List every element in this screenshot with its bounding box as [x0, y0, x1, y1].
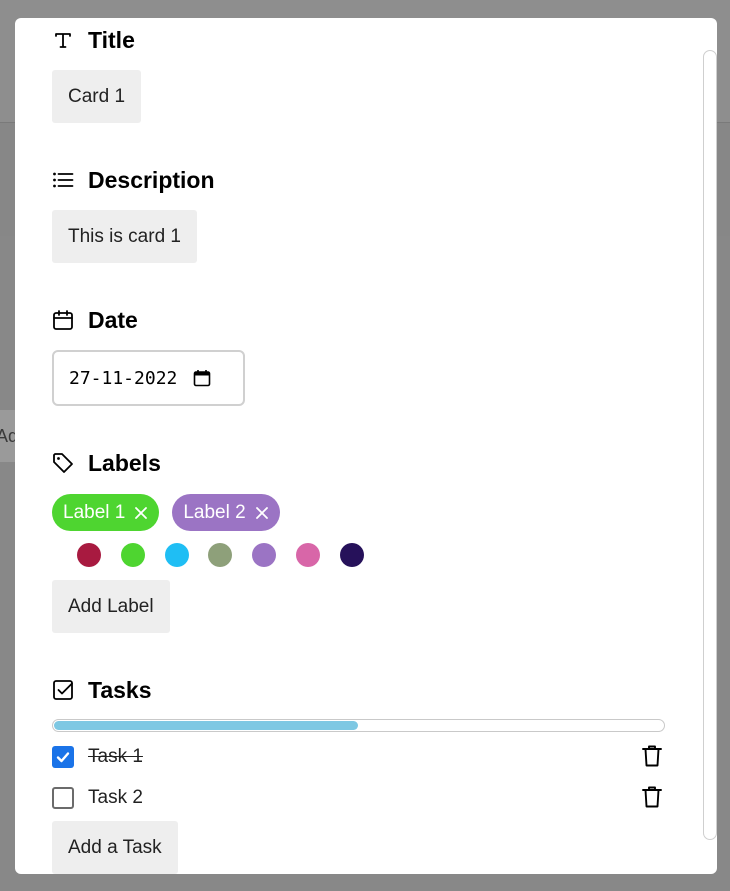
card-details-modal: Title Card 1 Description This is card 1 …: [15, 18, 717, 874]
checkbox-square-icon: [52, 679, 74, 701]
label-color-swatch[interactable]: [164, 543, 189, 567]
label-color-swatch[interactable]: [339, 543, 364, 567]
text-type-icon: [52, 29, 74, 51]
task-item: Task 1: [52, 742, 666, 772]
label-chip-text: Label 2: [183, 501, 246, 523]
calendar-icon: [52, 309, 74, 331]
label-chip-text: Label 1: [63, 501, 126, 523]
date-section: Date: [52, 306, 138, 334]
description-heading: Description: [88, 166, 215, 193]
add-task-button[interactable]: Add a Task: [52, 821, 178, 874]
label-color-swatch[interactable]: [295, 543, 320, 567]
task-label: Task 1: [88, 746, 143, 767]
label-chip: Label 2: [172, 494, 280, 531]
description-section: Description: [52, 166, 215, 194]
tasks-progress-fill: [54, 721, 358, 730]
labels-section: Labels: [52, 449, 161, 477]
label-color-swatch[interactable]: [252, 543, 277, 567]
task-label: Task 2: [88, 787, 143, 808]
date-heading: Date: [88, 306, 138, 333]
title-section: Title: [52, 26, 135, 54]
title-heading: Title: [88, 26, 135, 53]
task-checkbox[interactable]: [52, 787, 74, 809]
list-icon: [52, 169, 74, 191]
labels-list: Label 1 Label 2: [52, 494, 280, 531]
add-label-button[interactable]: Add Label: [52, 580, 170, 633]
label-color-options: [77, 543, 364, 567]
modal-scrollbar[interactable]: [703, 50, 717, 840]
label-color-swatch[interactable]: [77, 543, 101, 567]
date-value: 27-11-2022: [69, 367, 178, 389]
tasks-progress-bar: [52, 719, 665, 732]
trash-icon[interactable]: [641, 744, 663, 768]
card-description-field[interactable]: This is card 1: [52, 210, 197, 263]
date-input[interactable]: 27-11-2022: [52, 350, 245, 406]
label-color-swatch[interactable]: [208, 543, 233, 567]
task-checkbox[interactable]: [52, 746, 74, 768]
remove-label-icon[interactable]: [255, 506, 269, 520]
calendar-picker-icon[interactable]: [193, 369, 211, 387]
remove-label-icon[interactable]: [134, 506, 148, 520]
card-title-field[interactable]: Card 1: [52, 70, 142, 123]
tasks-heading: Tasks: [88, 676, 152, 703]
task-item: Task 2: [52, 783, 666, 813]
labels-heading: Labels: [88, 449, 161, 476]
trash-icon[interactable]: [641, 785, 663, 809]
tag-icon: [52, 452, 74, 474]
label-chip: Label 1: [52, 494, 160, 531]
label-color-swatch[interactable]: [120, 543, 145, 567]
tasks-section: Tasks: [52, 676, 152, 704]
